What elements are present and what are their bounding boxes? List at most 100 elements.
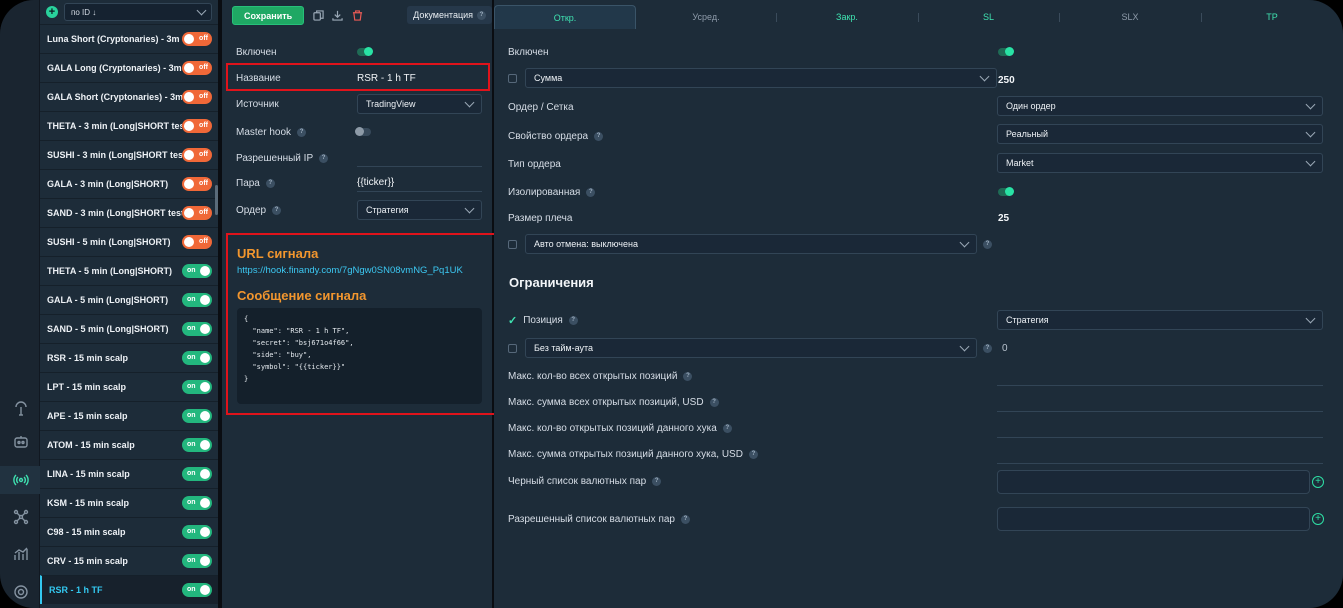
robot-icon[interactable] (10, 431, 32, 453)
max-sum-hook-input[interactable] (997, 463, 1323, 464)
help-icon[interactable]: ? (748, 449, 758, 459)
list-item[interactable]: THETA - 3 min (Long|SHORT test) off (40, 111, 218, 140)
tab-tp[interactable]: TP (1201, 5, 1343, 29)
add-blacklist-icon[interactable]: + (1312, 476, 1324, 488)
strategy-toggle[interactable]: on (182, 496, 212, 510)
order-select[interactable]: Стратегия (357, 200, 482, 220)
help-icon[interactable]: ? (568, 315, 578, 325)
strategy-toggle[interactable]: off (182, 235, 212, 249)
pair-input[interactable]: {{ticker}} (357, 174, 482, 192)
list-item[interactable]: SUSHI - 5 min (Long|SHORT) off (40, 227, 218, 256)
max-open-hook-input[interactable] (997, 437, 1323, 438)
strategy-toggle[interactable]: off (182, 32, 212, 46)
sum-select[interactable]: Сумма (525, 68, 997, 88)
auto-cancel-checkbox[interactable] (508, 239, 517, 249)
position-select[interactable]: Стратегия (997, 310, 1323, 330)
list-item[interactable]: THETA - 5 min (Long|SHORT) on (40, 256, 218, 285)
help-icon[interactable]: ? (265, 178, 275, 188)
list-item[interactable]: SAND - 3 min (Long|SHORT test) off (40, 198, 218, 227)
chart-icon[interactable] (10, 543, 32, 565)
list-item[interactable]: ATOM - 15 min scalp on (40, 430, 218, 459)
help-icon[interactable]: ? (683, 371, 693, 381)
download-icon[interactable] (332, 9, 344, 21)
list-item[interactable]: LPT - 15 min scalp on (40, 372, 218, 401)
strategy-toggle[interactable]: off (182, 119, 212, 133)
allowed-ip-input[interactable] (357, 149, 482, 167)
list-item[interactable]: LINA - 15 min scalp on (40, 459, 218, 488)
max-open-all-input[interactable] (997, 385, 1323, 386)
help-icon[interactable]: ? (983, 239, 992, 249)
isolated-toggle[interactable] (998, 187, 1014, 196)
strategy-toggle[interactable]: off (182, 177, 212, 191)
list-item[interactable]: RSR - 15 min scalp on (40, 343, 218, 372)
help-icon[interactable]: ? (319, 153, 329, 163)
leverage-value[interactable]: 25 (998, 208, 1009, 228)
help-icon[interactable]: ? (709, 397, 719, 407)
strategy-toggle[interactable]: on (182, 554, 212, 568)
strategy-toggle[interactable]: on (182, 409, 212, 423)
strategy-toggle[interactable]: on (182, 380, 212, 394)
strategy-toggle[interactable]: on (182, 438, 212, 452)
timeout-select[interactable]: Без тайм-аута (525, 338, 977, 358)
signal-url[interactable]: https://hook.finandy.com/7gNgw0SN08vmNG_… (237, 265, 481, 276)
whitelist-input[interactable] (997, 507, 1310, 531)
max-sum-all-input[interactable] (997, 411, 1323, 412)
strategy-toggle[interactable]: on (182, 525, 212, 539)
strategy-toggle[interactable]: on (182, 467, 212, 481)
list-item[interactable]: SAND - 5 min (Long|SHORT) on (40, 314, 218, 343)
tab-slx[interactable]: SLX (1059, 5, 1201, 29)
timeout-checkbox[interactable] (508, 343, 517, 353)
documentation-button[interactable]: Документация ? (407, 6, 493, 24)
list-item[interactable]: APE - 15 min scalp on (40, 401, 218, 430)
help-icon[interactable]: ? (594, 131, 604, 141)
strategy-toggle[interactable]: off (182, 90, 212, 104)
help-icon[interactable]: ? (586, 187, 596, 197)
list-item[interactable]: CRV - 15 min scalp on (40, 546, 218, 575)
save-button[interactable]: Сохранить (232, 5, 305, 25)
strategy-toggle[interactable]: off (182, 206, 212, 220)
strategy-toggle[interactable]: on (182, 583, 212, 597)
trash-icon[interactable] (351, 9, 363, 21)
copy-icon[interactable] (312, 9, 324, 21)
broadcast-icon[interactable] (10, 469, 32, 491)
sum-checkbox[interactable] (508, 73, 517, 83)
help-icon[interactable]: ? (272, 205, 282, 215)
tab-sl[interactable]: SL (918, 5, 1059, 29)
sort-select[interactable]: по ID ↓ (64, 3, 212, 21)
strategy-toggle[interactable]: off (182, 61, 212, 75)
list-item[interactable]: GALA - 5 min (Long|SHORT) on (40, 285, 218, 314)
checkmark-icon[interactable]: ✓ (508, 314, 517, 327)
strategy-toggle[interactable]: on (182, 264, 212, 278)
list-item[interactable]: KSM - 15 min scalp on (40, 488, 218, 517)
add-whitelist-icon[interactable]: + (1312, 513, 1324, 525)
tab-close[interactable]: Закр. (776, 5, 918, 29)
add-strategy-button[interactable]: + (46, 6, 58, 18)
list-item[interactable]: GALA - 3 min (Long|SHORT) off (40, 169, 218, 198)
auto-cancel-select[interactable]: Авто отмена: выключена (525, 234, 977, 254)
list-scrollbar[interactable] (215, 185, 218, 215)
list-item[interactable]: Luna Short (Cryptonaries) - 3m tf off (40, 24, 218, 53)
help-icon[interactable]: ? (681, 514, 690, 524)
strategy-toggle[interactable]: off (182, 148, 212, 162)
list-item[interactable]: SUSHI - 3 min (Long|SHORT test) off (40, 140, 218, 169)
strategy-toggle[interactable]: on (182, 293, 212, 307)
signal-tower-icon[interactable] (10, 398, 32, 420)
tab-average[interactable]: Усред. (636, 5, 776, 29)
enabled-toggle[interactable] (357, 47, 373, 56)
open-enabled-toggle[interactable] (998, 47, 1014, 56)
sum-value[interactable]: 250 (998, 70, 1015, 90)
gear-icon[interactable] (10, 581, 32, 603)
blacklist-input[interactable] (997, 470, 1310, 494)
master-hook-toggle[interactable] (355, 127, 371, 136)
order-grid-select[interactable]: Один ордер (997, 96, 1323, 116)
list-item[interactable]: GALA Short (Cryptonaries) - 3m tf off (40, 82, 218, 111)
help-icon[interactable]: ? (983, 343, 992, 353)
list-item[interactable]: GALA Long (Cryptonaries) - 3m tf off (40, 53, 218, 82)
list-item[interactable]: C98 - 15 min scalp on (40, 517, 218, 546)
order-type-select[interactable]: Market (997, 153, 1323, 173)
signal-message-code[interactable]: { "name": "RSR - 1 h TF", "secret": "bsj… (237, 308, 482, 404)
network-icon[interactable] (10, 506, 32, 528)
strategy-toggle[interactable]: on (182, 351, 212, 365)
help-icon[interactable]: ? (652, 476, 662, 486)
order-prop-select[interactable]: Реальный (997, 124, 1323, 144)
